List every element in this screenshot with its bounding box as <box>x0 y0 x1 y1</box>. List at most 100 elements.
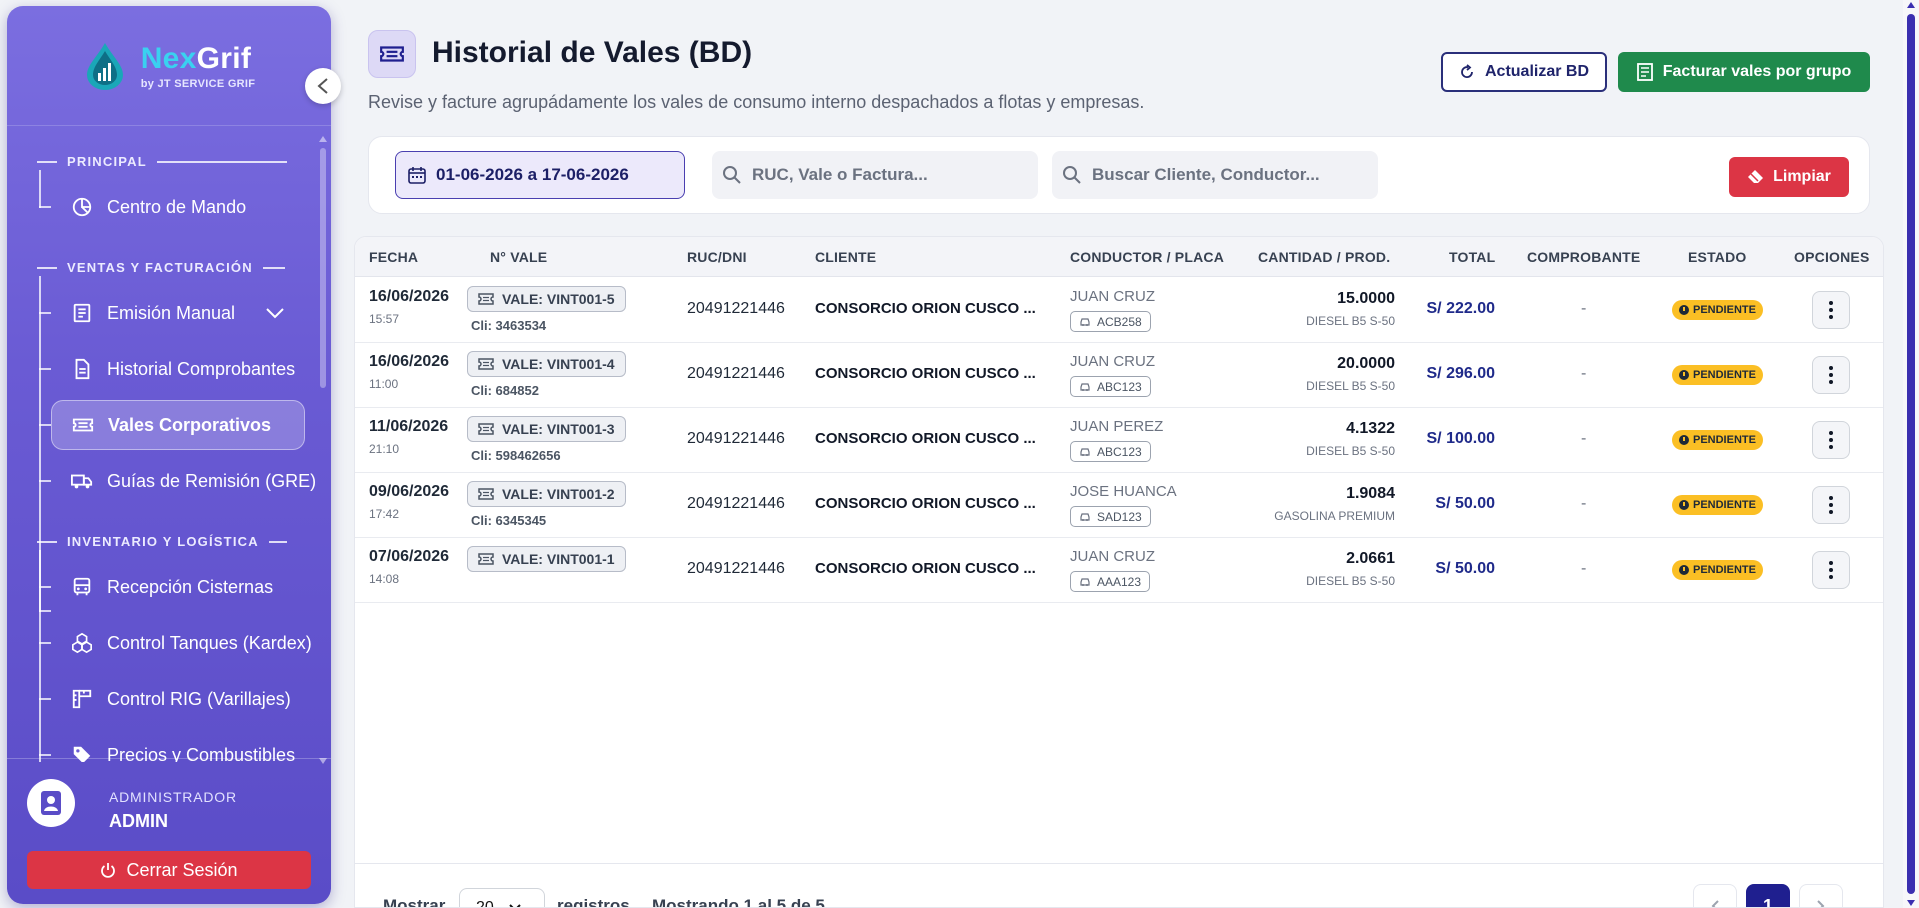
table-row[interactable]: 09/06/2026 17:42 VALE: VINT001-2 Cli: 63… <box>355 473 1883 538</box>
prev-page-button[interactable] <box>1693 884 1737 907</box>
ticket-icon <box>478 293 494 305</box>
row-options-button[interactable] <box>1812 291 1850 329</box>
options-cell <box>1812 486 1850 524</box>
search-ruc-field[interactable] <box>712 151 1038 199</box>
comprobante-cell: - <box>1581 560 1587 577</box>
sidebar-collapse-button[interactable] <box>305 68 341 104</box>
table-row[interactable]: 11/06/2026 21:10 VALE: VINT001-3 Cli: 59… <box>355 408 1883 473</box>
vale-badge[interactable]: VALE: VINT001-1 <box>467 546 626 572</box>
avatar[interactable] <box>27 779 75 827</box>
search-client-input[interactable] <box>1092 165 1332 185</box>
vale-badge[interactable]: VALE: VINT001-4 <box>467 351 626 377</box>
quantity-cell: 20.0000 DIESEL B5 S-50 <box>1245 355 1395 393</box>
vale-badge[interactable]: VALE: VINT001-3 <box>467 416 626 442</box>
sidebar-item-guias-remision[interactable]: Guías de Remisión (GRE) <box>59 456 316 506</box>
sidebar-item-recepcion-cisternas[interactable]: Recepción Cisternas <box>59 562 273 612</box>
logout-label: Cerrar Sesión <box>126 859 238 880</box>
row-options-button[interactable] <box>1812 486 1850 524</box>
eraser-icon <box>1748 170 1764 183</box>
vale-badge[interactable]: VALE: VINT001-2 <box>467 481 626 507</box>
page-button-current[interactable]: 1 <box>1746 884 1790 907</box>
brand-subtitle: by JT SERVICE GRIF <box>140 77 256 90</box>
kebab-dot <box>1829 510 1833 514</box>
driver-cell: JUAN CRUZ ACB258 <box>1070 288 1155 332</box>
search-icon <box>1063 166 1081 184</box>
quantity-value: 2.0661 <box>1346 550 1395 567</box>
row-date: 16/06/2026 <box>369 288 450 305</box>
total-cell: S/ 50.00 <box>1435 560 1495 577</box>
col-ruc[interactable]: RUC/DNI <box>687 249 747 265</box>
col-conductor[interactable]: CONDUCTOR / PLACA <box>1070 249 1224 265</box>
col-estado[interactable]: ESTADO <box>1688 249 1747 265</box>
comprobante-cell: - <box>1581 495 1587 512</box>
table-row[interactable]: 16/06/2026 11:00 VALE: VINT001-4 Cli: 68… <box>355 343 1883 408</box>
sidebar-item-label: Centro de Mando <box>107 196 247 217</box>
row-options-button[interactable] <box>1812 421 1850 459</box>
driver-name: JUAN PEREZ <box>1070 418 1164 435</box>
kebab-dot <box>1829 438 1833 442</box>
sidebar-item-label: Emisión Manual <box>107 302 236 323</box>
vale-number: VALE: VINT001-3 <box>502 421 615 437</box>
sidebar-item-control-tanques[interactable]: Control Tanques (Kardex) <box>59 618 312 668</box>
sidebar-item-historial-comprobantes[interactable]: Historial Comprobantes <box>59 344 295 394</box>
refresh-db-button[interactable]: Actualizar BD <box>1441 52 1607 92</box>
ticket-icon <box>72 414 94 436</box>
plate-badge: AAA123 <box>1070 571 1151 592</box>
brand-name-part1: Nex <box>140 41 197 75</box>
vale-cli: Cli: 3463534 <box>471 318 547 333</box>
brand[interactable]: NexGrif by JT SERVICE GRIF <box>7 6 331 126</box>
product-name: DIESEL B5 S-50 <box>1306 379 1395 393</box>
invoice-icon <box>1636 63 1653 81</box>
page-size-select[interactable]: 20 <box>459 888 545 907</box>
vale-cli: Cli: 6345345 <box>471 513 547 528</box>
row-options-button[interactable] <box>1812 356 1850 394</box>
plate-badge: SAD123 <box>1070 506 1151 527</box>
table-row[interactable]: 07/06/2026 14:08 VALE: VINT001-1 2049122… <box>355 538 1883 603</box>
status-text: PENDIENTE <box>1693 499 1756 511</box>
col-total[interactable]: TOTAL <box>1449 249 1495 265</box>
clear-filters-button[interactable]: Limpiar <box>1729 157 1849 197</box>
car-icon <box>1080 317 1090 326</box>
row-date: 11/06/2026 <box>369 418 449 435</box>
logout-button[interactable]: Cerrar Sesión <box>27 851 311 889</box>
section-title: VENTAS Y FACTURACIÓN <box>67 260 253 275</box>
chevron-left-icon <box>317 78 328 94</box>
clear-label: Limpiar <box>1773 168 1831 185</box>
ruc-cell: 20491221446 <box>687 560 785 577</box>
vale-cell: VALE: VINT001-5 Cli: 3463534 <box>467 286 626 333</box>
kebab-dot <box>1829 301 1833 305</box>
sidebar-item-control-rig[interactable]: Control RIG (Varillajes) <box>59 674 291 724</box>
search-ruc-input[interactable] <box>752 165 992 185</box>
car-icon <box>1080 512 1090 521</box>
user-name: ADMIN <box>109 811 168 831</box>
col-vale[interactable]: N° VALE <box>490 249 547 265</box>
driver-name: JUAN CRUZ <box>1070 353 1155 370</box>
brand-name-part2: Grif <box>196 41 252 75</box>
quantity-cell: 2.0661 DIESEL B5 S-50 <box>1245 550 1395 588</box>
col-cliente[interactable]: CLIENTE <box>815 249 876 265</box>
sidebar-item-centro-de-mando[interactable]: Centro de Mando <box>59 182 246 232</box>
next-page-button[interactable] <box>1799 884 1843 907</box>
search-client-field[interactable] <box>1052 151 1378 199</box>
invoice-group-button[interactable]: Facturar vales por grupo <box>1618 52 1870 92</box>
col-cantidad[interactable]: CANTIDAD / PROD. <box>1258 249 1390 265</box>
row-options-button[interactable] <box>1812 551 1850 589</box>
sidebar-item-vales-corporativos[interactable]: Vales Corporativos <box>51 400 305 450</box>
chevron-down-icon <box>265 303 285 324</box>
date-cell: 07/06/2026 14:08 <box>369 548 449 586</box>
col-fecha[interactable]: FECHA <box>369 249 418 265</box>
sidebar-item-label: Historial Comprobantes <box>107 358 296 379</box>
ruc-cell: 20491221446 <box>687 430 785 447</box>
ruc-cell: 20491221446 <box>687 365 785 382</box>
sidebar-scrollbar[interactable] <box>319 136 327 764</box>
status-cell: PENDIENTE <box>1672 560 1763 580</box>
vale-badge[interactable]: VALE: VINT001-5 <box>467 286 626 312</box>
col-comprobante[interactable]: COMPROBANTE <box>1527 249 1640 265</box>
table-row[interactable]: 16/06/2026 15:57 VALE: VINT001-5 Cli: 34… <box>355 278 1883 343</box>
sidebar-item-emision-manual[interactable]: Emisión Manual <box>59 288 285 338</box>
date-range-picker[interactable]: 01-06-2026 a 17-06-2026 <box>395 151 685 199</box>
page-scrollbar[interactable] <box>1903 0 1919 908</box>
power-icon <box>101 863 116 878</box>
product-name: GASOLINA PREMIUM <box>1274 509 1395 523</box>
quantity-cell: 1.9084 GASOLINA PREMIUM <box>1245 485 1395 523</box>
